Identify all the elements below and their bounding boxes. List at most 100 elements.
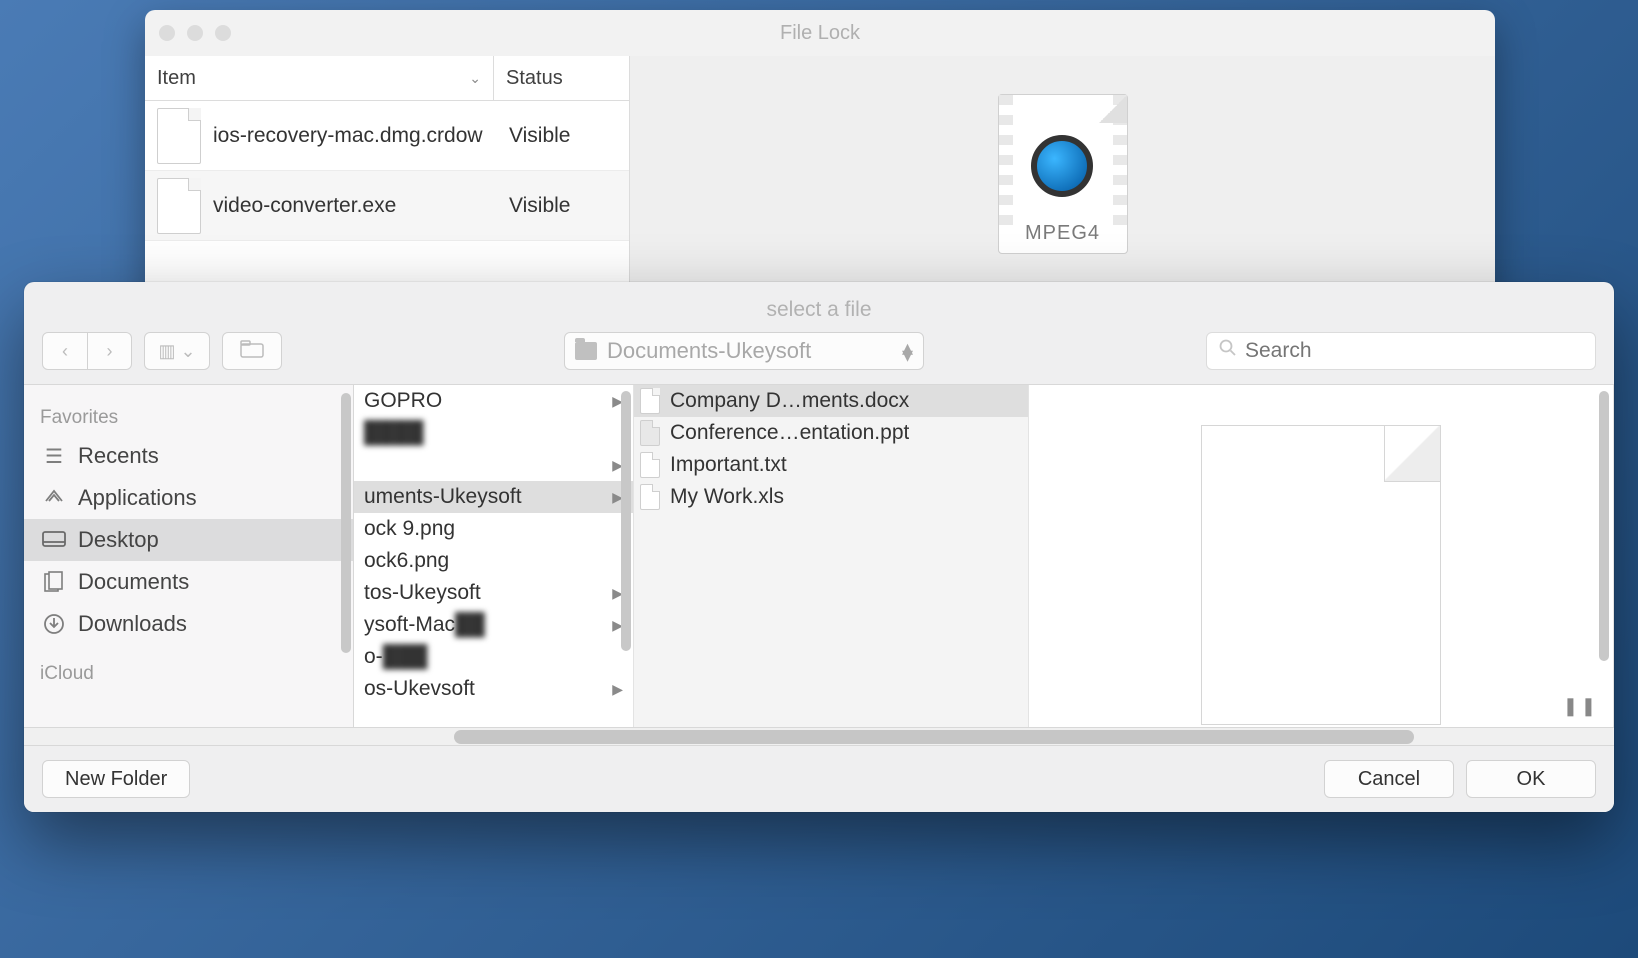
traffic-lights xyxy=(159,25,231,41)
file-name: video-converter.exe xyxy=(213,194,509,218)
sidebar-item-documents[interactable]: Documents xyxy=(24,561,353,603)
sidebar-item-recents[interactable]: ☰ Recents xyxy=(24,435,353,477)
list-item[interactable]: Important.txt xyxy=(634,449,1028,481)
mpeg4-preview: MPEG4 xyxy=(998,94,1128,254)
document-icon xyxy=(640,420,660,446)
list-item[interactable]: Company D…ments.docx xyxy=(634,385,1028,417)
list-item[interactable]: os-Ukevsoft ▶ xyxy=(354,673,633,705)
sidebar-item-label: Downloads xyxy=(78,611,187,637)
list-item-label: tos-Ukeysoft xyxy=(364,581,481,605)
column-1: GOPRO▶ ████ ▶ uments-Ukeysoft▶ ock 9.png… xyxy=(354,385,634,727)
document-preview xyxy=(1201,425,1441,725)
list-item[interactable]: ysoft-Mac██▶ xyxy=(354,609,633,641)
columns-view-icon: ▥ ⌄ xyxy=(158,341,195,362)
list-item-label: My Work.xls xyxy=(670,485,784,509)
ok-button[interactable]: OK xyxy=(1466,760,1596,798)
file-icon xyxy=(157,178,201,234)
folder-icon xyxy=(575,342,597,360)
updown-icon: ▴▾ xyxy=(902,344,913,358)
scrollbar-thumb[interactable] xyxy=(454,730,1414,744)
document-icon xyxy=(640,484,660,510)
search-input[interactable] xyxy=(1245,339,1583,363)
sidebar: Favorites ☰ Recents Applications Desktop xyxy=(24,385,354,727)
list-item-label: GOPRO xyxy=(364,389,442,413)
list-item[interactable]: ▶ xyxy=(354,449,633,481)
documents-icon xyxy=(42,572,66,592)
list-item-label: os-Ukevsoft xyxy=(364,677,475,701)
path-label: Documents-Ukeysoft xyxy=(607,338,892,364)
cancel-button[interactable]: Cancel xyxy=(1324,760,1454,798)
column-2: Company D…ments.docx Conference…entation… xyxy=(634,385,1029,727)
preview-format-label: MPEG4 xyxy=(1025,222,1100,245)
desktop-icon xyxy=(42,530,66,550)
browser-body: Favorites ☰ Recents Applications Desktop xyxy=(24,384,1614,727)
sidebar-item-label: Recents xyxy=(78,443,159,469)
column-header-item-label: Item xyxy=(157,67,196,90)
file-status: Visible xyxy=(509,194,629,218)
search-field[interactable] xyxy=(1206,332,1596,370)
sidebar-item-downloads[interactable]: Downloads xyxy=(24,603,353,645)
search-icon xyxy=(1219,339,1237,363)
list-item-label: ████ xyxy=(364,421,424,445)
nav-segment: ‹ › xyxy=(42,332,132,370)
list-item[interactable]: tos-Ukeysoft▶ xyxy=(354,577,633,609)
scrollbar[interactable] xyxy=(341,393,351,653)
list-item-label: ock 9.png xyxy=(364,517,455,541)
document-icon xyxy=(640,388,660,414)
minimize-icon[interactable] xyxy=(187,25,203,41)
back-button[interactable]: ‹ xyxy=(43,333,87,369)
sidebar-heading-favorites: Favorites xyxy=(24,403,353,435)
folder-icon xyxy=(240,340,264,363)
applications-icon xyxy=(42,488,66,508)
list-item[interactable]: uments-Ukeysoft▶ xyxy=(354,481,633,513)
column-headers: Item ⌄ Status xyxy=(145,56,629,101)
list-item-label: Company D…ments.docx xyxy=(670,389,909,413)
quicktime-icon xyxy=(1031,135,1093,197)
forward-button[interactable]: › xyxy=(87,333,131,369)
dialog-title: select a file xyxy=(24,282,1614,332)
button-label: New Folder xyxy=(65,768,167,791)
path-dropdown[interactable]: Documents-Ukeysoft ▴▾ xyxy=(564,332,924,370)
toolbar: ‹ › ▥ ⌄ Documents-Ukeysoft ▴▾ xyxy=(24,332,1614,384)
table-row[interactable]: video-converter.exe Visible xyxy=(145,171,629,241)
sidebar-item-desktop[interactable]: Desktop xyxy=(24,519,353,561)
list-item[interactable]: o-███ xyxy=(354,641,633,673)
preview-pane: ❚❚ xyxy=(1029,385,1614,727)
list-item[interactable]: ock6.png xyxy=(354,545,633,577)
view-mode-button[interactable]: ▥ ⌄ xyxy=(145,333,209,369)
list-item[interactable]: ock 9.png xyxy=(354,513,633,545)
column-header-status[interactable]: Status xyxy=(494,56,629,100)
sidebar-item-label: Applications xyxy=(78,485,197,511)
list-item-label: ock6.png xyxy=(364,549,449,573)
pause-icon: ❚❚ xyxy=(1563,696,1599,717)
sidebar-item-label: Documents xyxy=(78,569,189,595)
file-icon xyxy=(157,108,201,164)
downloads-icon xyxy=(42,614,66,634)
scrollbar[interactable] xyxy=(621,391,631,651)
close-icon[interactable] xyxy=(159,25,175,41)
recents-icon: ☰ xyxy=(42,446,66,466)
list-item-label: ysoft-Mac██ xyxy=(364,613,485,637)
list-item-label: Important.txt xyxy=(670,453,787,477)
sidebar-item-applications[interactable]: Applications xyxy=(24,477,353,519)
file-picker-dialog: select a file ‹ › ▥ ⌄ Documents-Ukeysoft… xyxy=(24,282,1614,812)
document-icon xyxy=(640,452,660,478)
table-row[interactable]: ios-recovery-mac.dmg.crdow Visible xyxy=(145,101,629,171)
window-title: File Lock xyxy=(145,22,1495,45)
scrollbar[interactable] xyxy=(1599,391,1609,661)
new-folder-button[interactable]: New Folder xyxy=(42,760,190,798)
horizontal-scrollbar[interactable] xyxy=(24,727,1614,745)
list-item[interactable]: GOPRO▶ xyxy=(354,385,633,417)
zoom-icon[interactable] xyxy=(215,25,231,41)
chevron-right-icon: ▶ xyxy=(612,681,623,698)
button-label: Cancel xyxy=(1358,768,1420,791)
group-button[interactable] xyxy=(222,332,282,370)
titlebar: File Lock xyxy=(145,10,1495,56)
column-header-status-label: Status xyxy=(506,67,563,90)
list-item[interactable]: My Work.xls xyxy=(634,481,1028,513)
list-item[interactable]: Conference…entation.ppt xyxy=(634,417,1028,449)
column-header-item[interactable]: Item ⌄ xyxy=(145,56,494,100)
list-item-label: uments-Ukeysoft xyxy=(364,485,522,509)
file-name: ios-recovery-mac.dmg.crdow xyxy=(213,124,509,148)
list-item[interactable]: ████ xyxy=(354,417,633,449)
